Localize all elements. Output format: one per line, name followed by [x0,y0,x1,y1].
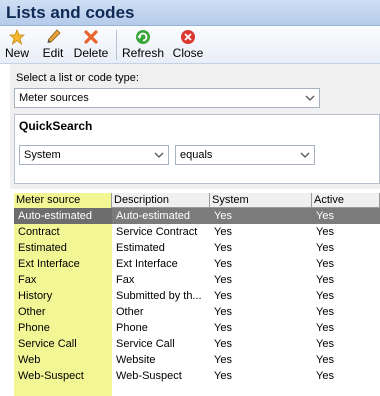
cell-description[interactable]: Phone [112,320,210,336]
quicksearch-field-value: System [24,149,61,161]
cell-system[interactable]: Yes [210,352,312,368]
quicksearch-box: QuickSearch System equals [14,114,380,184]
list-type-select[interactable]: Meter sources [14,88,320,108]
cell-active[interactable]: Yes [312,208,380,224]
cell-system[interactable]: Yes [210,208,312,224]
table-row[interactable]: Phone Phone Yes Yes [14,320,380,336]
toolbar: New Edit Delete Refresh Close [0,26,380,64]
cell-system[interactable]: Yes [210,288,312,304]
cell-description[interactable]: Service Call [112,336,210,352]
cell-meter-source[interactable]: Web [14,352,112,368]
quicksearch-operator-select[interactable]: equals [175,145,315,165]
cell-system[interactable]: Yes [210,304,312,320]
cell-system[interactable]: Yes [210,256,312,272]
table-row[interactable]: Web-Suspect Web-Suspect Yes Yes [14,368,380,384]
cell-system[interactable]: Yes [210,224,312,240]
cell-description[interactable]: Auto-estimated [112,208,210,224]
chevron-down-icon[interactable] [152,148,166,162]
cell-active[interactable]: Yes [312,288,380,304]
refresh-icon [135,28,151,45]
list-type-label: Select a list or code type: [16,72,139,84]
table-row[interactable]: History Submitted by th... Yes Yes [14,288,380,304]
cell-description[interactable]: Ext Interface [112,256,210,272]
table-row[interactable]: Ext Interface Ext Interface Yes Yes [14,256,380,272]
cell-active[interactable]: Yes [312,368,380,384]
column-header-description[interactable]: Description [112,193,210,208]
cell-system[interactable]: Yes [210,240,312,256]
cell-meter-source[interactable]: Phone [14,320,112,336]
close-circle-icon [180,28,196,45]
cell-system[interactable]: Yes [210,320,312,336]
cell-active[interactable]: Yes [312,352,380,368]
list-type-value: Meter sources [19,92,89,104]
cell-active[interactable]: Yes [312,240,380,256]
column-header-active[interactable]: Active [312,193,380,208]
table-row[interactable]: Fax Fax Yes Yes [14,272,380,288]
toolbar-separator [116,30,117,60]
cell-active[interactable]: Yes [312,320,380,336]
cell-description[interactable]: Fax [112,272,210,288]
cell-system[interactable]: Yes [210,368,312,384]
cell-meter-source[interactable]: Estimated [14,240,112,256]
cell-description[interactable]: Other [112,304,210,320]
chevron-down-icon[interactable] [298,148,312,162]
close-button[interactable]: Close [172,28,204,62]
table-row[interactable]: Web Website Yes Yes [14,352,380,368]
table-row[interactable]: Contract Service Contract Yes Yes [14,224,380,240]
cell-system[interactable]: Yes [210,336,312,352]
table-row[interactable]: Estimated Estimated Yes Yes [14,240,380,256]
cell-meter-source[interactable]: Web-Suspect [14,368,112,384]
edit-label: Edit [42,46,64,60]
cell-description[interactable]: Submitted by th... [112,288,210,304]
table-row[interactable]: Other Other Yes Yes [14,304,380,320]
cell-meter-source[interactable]: Service Call [14,336,112,352]
cell-system[interactable]: Yes [210,272,312,288]
column-header-meter-source[interactable]: Meter source [14,193,112,208]
new-label: New [4,46,29,60]
quicksearch-title: QuickSearch [19,119,93,133]
refresh-button[interactable]: Refresh [122,28,164,62]
cell-meter-source[interactable]: Other [14,304,112,320]
cell-description[interactable]: Website [112,352,210,368]
pencil-icon [45,28,61,45]
window-title: Lists and codes [6,3,135,22]
chevron-down-icon[interactable] [303,91,317,105]
edit-button[interactable]: Edit [40,28,66,62]
cell-meter-source[interactable]: Fax [14,272,112,288]
column-header-system[interactable]: System [210,193,312,208]
table-row[interactable]: Service Call Service Call Yes Yes [14,336,380,352]
close-label: Close [172,46,204,60]
table-row[interactable]: Auto-estimated Auto-estimated Yes Yes [14,208,380,224]
cell-description[interactable]: Service Contract [112,224,210,240]
star-icon [9,28,25,45]
delete-button[interactable]: Delete [72,28,110,62]
cell-active[interactable]: Yes [312,336,380,352]
grid-header: Meter source Description System Active [14,193,380,208]
quicksearch-operator-value: equals [180,149,213,161]
cell-active[interactable]: Yes [312,272,380,288]
cell-active[interactable]: Yes [312,304,380,320]
delete-label: Delete [73,46,109,60]
cell-description[interactable]: Estimated [112,240,210,256]
cell-meter-source[interactable]: History [14,288,112,304]
quicksearch-field-select[interactable]: System [19,145,169,165]
refresh-label: Refresh [121,46,165,60]
new-button[interactable]: New [4,28,30,62]
cell-description[interactable]: Web-Suspect [112,368,210,384]
cell-active[interactable]: Yes [312,256,380,272]
cell-meter-source[interactable]: Ext Interface [14,256,112,272]
filter-panel: Select a list or code type: Meter source… [10,64,380,189]
x-icon [83,28,99,45]
cell-meter-source[interactable]: Contract [14,224,112,240]
cell-meter-source[interactable]: Auto-estimated [14,208,112,224]
title-bar: Lists and codes [0,0,380,26]
codes-grid: Meter source Description System Active A… [14,193,380,396]
cell-active[interactable]: Yes [312,224,380,240]
